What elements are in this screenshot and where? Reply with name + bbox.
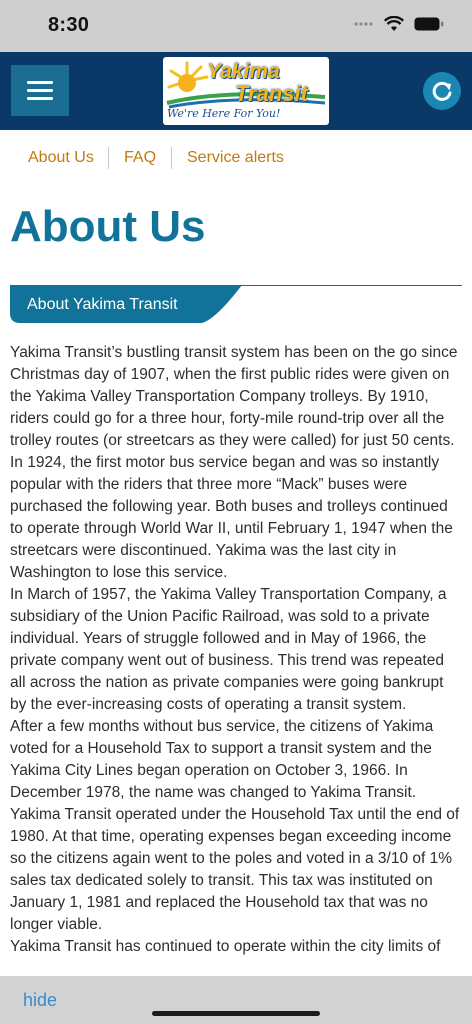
content-paragraph: Yakima Transit has continued to operate … xyxy=(10,938,441,955)
content-paragraph: Yakima Transit’s bustling transit system… xyxy=(10,344,458,449)
subnav-about-us[interactable]: About Us xyxy=(28,149,94,167)
bottom-toolbar: hide xyxy=(0,976,472,1024)
nav-divider xyxy=(108,147,109,169)
status-time: 8:30 xyxy=(48,14,90,36)
content-paragraph: In March of 1957, the Yakima Valley Tran… xyxy=(10,586,447,713)
section-header: About Yakima Transit xyxy=(10,285,462,325)
content-paragraph: After a few months without bus service, … xyxy=(10,718,460,933)
hamburger-icon-bar xyxy=(27,89,53,92)
signal-icon xyxy=(354,22,373,26)
home-indicator xyxy=(152,1011,320,1016)
yakima-transit-logo[interactable]: Yakima Transit We're Here For You! xyxy=(163,57,329,125)
logo-tagline: We're Here For You! xyxy=(167,107,281,120)
subnav-faq[interactable]: FAQ xyxy=(124,149,156,167)
logo-word-transit: Transit xyxy=(235,81,308,106)
hamburger-icon-bar xyxy=(27,97,53,100)
about-content: Yakima Transit’s bustling transit system… xyxy=(10,342,462,976)
sub-navigation: About Us FAQ Service alerts xyxy=(0,130,472,186)
content-paragraph: In 1924, the first motor bus service beg… xyxy=(10,454,453,581)
nav-divider xyxy=(171,147,172,169)
status-icons xyxy=(354,16,444,32)
refresh-icon xyxy=(432,81,452,101)
hide-button[interactable]: hide xyxy=(23,990,57,1011)
section-label: About Yakima Transit xyxy=(27,296,178,313)
battery-icon xyxy=(414,17,444,31)
wifi-icon xyxy=(384,16,404,31)
menu-button[interactable] xyxy=(11,65,69,116)
subnav-service-alerts[interactable]: Service alerts xyxy=(187,149,284,167)
status-bar: 8:30 xyxy=(0,0,472,52)
hamburger-icon-bar xyxy=(27,81,53,84)
app-header: Yakima Transit We're Here For You! xyxy=(0,52,472,130)
page-title: About Us xyxy=(10,202,206,251)
refresh-button[interactable] xyxy=(423,72,461,110)
